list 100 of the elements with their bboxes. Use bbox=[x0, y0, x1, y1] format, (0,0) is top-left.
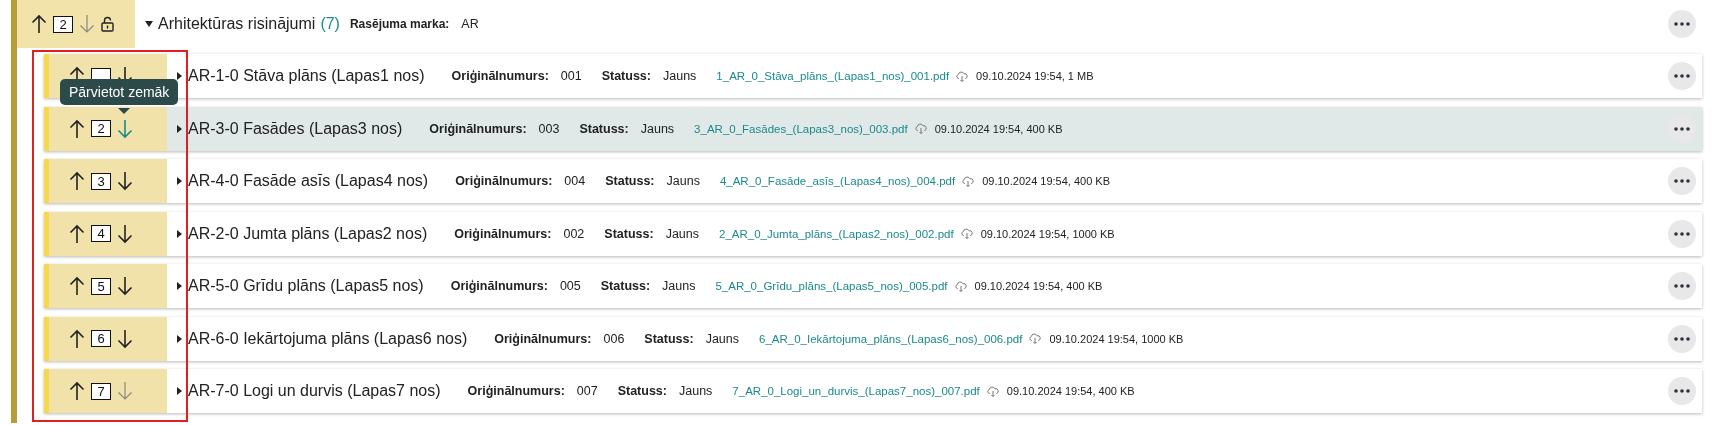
arrow-down-icon[interactable] bbox=[117, 276, 133, 296]
document-title: AR-5-0 Grīdu plāns (Lapas5 nos) bbox=[188, 277, 424, 295]
cloud-download-icon[interactable] bbox=[962, 175, 975, 187]
document-row[interactable]: 6 AR-6-0 Iekārtojuma plāns (Lapas6 nos) Oriģinālnumurs: 006 Statuss: Jauns 6_AR_0_Iekārtojuma_plāns_(Lapas6_nos)_006.pdf 09.10.2024 19:54, 1000 KB bbox=[44, 316, 1702, 361]
caret-right-icon[interactable] bbox=[177, 229, 182, 238]
tooltip: Pārvietot zemāk bbox=[60, 79, 179, 105]
field-value: Jauns bbox=[640, 121, 675, 136]
group-title: Arhitektūras risinājumi bbox=[158, 15, 316, 33]
file-info: 09.10.2024 19:54, 400 KB bbox=[1006, 385, 1135, 397]
cloud-download-icon[interactable] bbox=[914, 123, 927, 134]
field-value: 004 bbox=[564, 174, 586, 188]
document-title: AR-6-0 Iekārtojuma plāns (Lapas6 nos) bbox=[188, 329, 468, 348]
field-label: Oriģinālnumurs: bbox=[451, 69, 549, 83]
field-label: Statuss: bbox=[644, 331, 694, 346]
file-info: 09.10.2024 19:54, 400 KB bbox=[982, 175, 1111, 187]
field-label: Oriģinālnumurs: bbox=[494, 331, 592, 346]
file-info: 09.10.2024 19:54, 400 KB bbox=[974, 280, 1103, 292]
field-value: Jauns bbox=[665, 226, 699, 241]
position-field[interactable]: 2 bbox=[91, 120, 111, 137]
arrow-down-icon[interactable] bbox=[117, 171, 133, 191]
field-label: Statuss: bbox=[579, 121, 629, 136]
field-value: 007 bbox=[576, 384, 598, 398]
field-label: Statuss: bbox=[601, 69, 651, 83]
document-title: AR-7-0 Logi un durvis (Lapas7 nos) bbox=[188, 382, 441, 400]
field-label: Statuss: bbox=[617, 384, 667, 398]
more-icon bbox=[1674, 284, 1690, 288]
file-link[interactable]: 3_AR_0_Fasādes_(Lapas3_nos)_003.pdf bbox=[694, 122, 908, 135]
more-button[interactable] bbox=[1668, 324, 1696, 353]
field-label: Oriģinālnumurs: bbox=[467, 384, 565, 398]
file-info: 09.10.2024 19:54, 1000 KB bbox=[980, 227, 1115, 240]
field-label: Oriģinālnumurs: bbox=[450, 279, 548, 293]
field-label: Oriģinālnumurs: bbox=[455, 174, 553, 188]
more-icon bbox=[1674, 179, 1690, 183]
file-link[interactable]: 5_AR_0_Grīdu_plāns_(Lapas5_nos)_005.pdf bbox=[715, 280, 948, 292]
more-button[interactable] bbox=[1668, 10, 1696, 38]
more-icon bbox=[1674, 126, 1690, 131]
field-label: Oriģinālnumurs: bbox=[429, 121, 527, 136]
cloud-download-icon[interactable] bbox=[956, 70, 969, 82]
more-icon bbox=[1674, 74, 1690, 78]
more-button[interactable] bbox=[1668, 272, 1696, 300]
arrow-up-icon[interactable] bbox=[69, 171, 85, 191]
document-row[interactable]: 4 AR-2-0 Jumta plāns (Lapas2 nos) Oriģinālnumurs: 002 Statuss: Jauns 2_AR_0_Jumta_plāns_(Lapas2_nos)_002.pdf 09.10.2024 19:54, 1000 KB bbox=[44, 211, 1702, 256]
document-title: AR-4-0 Fasāde asīs (Lapas4 nos) bbox=[188, 172, 429, 190]
cloud-download-icon[interactable] bbox=[954, 280, 967, 292]
arrow-up-icon[interactable] bbox=[31, 14, 47, 34]
more-button[interactable] bbox=[1668, 219, 1696, 248]
arrow-down-icon[interactable] bbox=[117, 223, 133, 244]
field-value: Jauns bbox=[663, 69, 697, 83]
field-value: 002 bbox=[563, 226, 585, 241]
document-row[interactable]: 2 AR-3-0 Fasādes (Lapas3 nos) Oriģinālnumurs: 003 Statuss: Jauns 3_AR_0_Fasādes_(Lapas3_nos)_003.pdf 09.10.2024 19:54, 400 KB bbox=[44, 106, 1702, 151]
document-title: AR-2-0 Jumta plāns (Lapas2 nos) bbox=[188, 224, 428, 243]
field-label: Rasējuma marka: bbox=[349, 17, 450, 31]
more-button[interactable] bbox=[1668, 114, 1696, 143]
cloud-download-icon[interactable] bbox=[1029, 333, 1042, 344]
file-info: 09.10.2024 19:54, 1000 KB bbox=[1049, 332, 1184, 345]
file-link[interactable]: 2_AR_0_Jumta_plāns_(Lapas2_nos)_002.pdf bbox=[719, 227, 954, 240]
padlock-icon[interactable] bbox=[101, 16, 114, 32]
more-button[interactable] bbox=[1668, 62, 1696, 90]
arrow-up-icon[interactable] bbox=[69, 276, 85, 296]
arrow-down-icon[interactable] bbox=[117, 328, 133, 349]
file-link[interactable]: 6_AR_0_Iekārtojuma_plāns_(Lapas6_nos)_006.pdf bbox=[759, 332, 1023, 345]
position-field[interactable]: 5 bbox=[91, 277, 111, 295]
file-link[interactable]: 1_AR_0_Stāva_plāns_(Lapas1_nos)_001.pdf bbox=[716, 70, 950, 82]
field-value: Jauns bbox=[679, 384, 713, 398]
more-button[interactable] bbox=[1668, 167, 1696, 195]
more-icon bbox=[1674, 22, 1690, 26]
file-info: 09.10.2024 19:54, 400 KB bbox=[934, 122, 1063, 135]
count-label: (7) bbox=[320, 15, 340, 33]
field-value: 006 bbox=[603, 331, 625, 346]
document-row[interactable]: 3 AR-4-0 Fasāde asīs (Lapas4 nos) Oriģinālnumurs: 004 Statuss: Jauns 4_AR_0_Fasāde_asīs_(Lapas4_nos)_004.pdf 09.10.2024 19:54, 400 KB bbox=[44, 159, 1702, 203]
field-value: 003 bbox=[538, 121, 560, 136]
cloud-download-icon[interactable] bbox=[960, 228, 973, 239]
field-value: 001 bbox=[560, 69, 582, 83]
position-field[interactable]: 6 bbox=[91, 330, 111, 347]
position-field[interactable]: 4 bbox=[91, 225, 111, 242]
document-title: AR-3-0 Fasādes (Lapas3 nos) bbox=[188, 119, 403, 138]
caret-right-icon[interactable] bbox=[177, 282, 182, 290]
field-label: Statuss: bbox=[600, 279, 651, 293]
tooltip-pointer-icon bbox=[118, 108, 130, 114]
more-icon bbox=[1674, 231, 1690, 236]
document-row[interactable]: 5 AR-5-0 Grīdu plāns (Lapas5 nos) Oriģinālnumurs: 005 Statuss: Jauns 5_AR_0_Grīdu_plāns_(Lapas5_nos)_005.pdf 09.10.2024 19:54, 400 KB bbox=[44, 264, 1702, 308]
field-value: Jauns bbox=[662, 279, 696, 293]
file-link[interactable]: 4_AR_0_Fasāde_asīs_(Lapas4_nos)_004.pdf bbox=[719, 175, 956, 187]
more-icon bbox=[1674, 389, 1690, 393]
caret-right-icon[interactable] bbox=[177, 334, 182, 343]
caret-right-icon[interactable] bbox=[177, 124, 182, 133]
field-label: Statuss: bbox=[605, 174, 655, 188]
arrow-up-icon[interactable] bbox=[69, 328, 85, 349]
position-field[interactable]: 3 bbox=[91, 172, 111, 190]
file-info: 09.10.2024 19:54, 1 MB bbox=[976, 70, 1094, 82]
field-label: Oriģinālnumurs: bbox=[454, 226, 552, 241]
field-value: Jauns bbox=[666, 174, 700, 188]
field-value: Jauns bbox=[705, 331, 740, 346]
arrow-up-icon[interactable] bbox=[69, 118, 85, 139]
more-icon bbox=[1674, 336, 1690, 341]
arrow-up-icon[interactable] bbox=[69, 223, 85, 244]
field-value: 005 bbox=[559, 279, 581, 293]
caret-right-icon[interactable] bbox=[177, 72, 182, 80]
caret-right-icon[interactable] bbox=[177, 177, 182, 185]
field-value: AR bbox=[461, 17, 479, 31]
